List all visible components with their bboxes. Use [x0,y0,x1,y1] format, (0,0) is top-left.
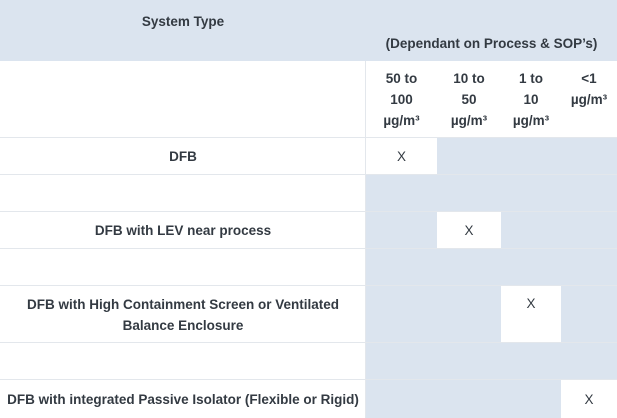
band-header-lt1: <1 µg/m³ [570,71,608,107]
row-label-dfb-high-containment: DFB with High Containment Screen or Vent… [26,296,340,333]
shaded-area [366,286,501,343]
system-type-heading: System Type [141,14,225,29]
shaded-area [366,343,617,380]
shaded-area [366,249,617,286]
shaded-area [366,212,437,249]
shaded-area [437,137,617,175]
mark-x: X [526,296,536,311]
mark-x: X [396,149,406,164]
dependant-heading: (Dependant on Process & SOP’s) [385,36,598,51]
band-header-1-10: 1 to 10 µg/m³ [512,71,550,128]
header-band [0,0,617,61]
band-header-50-100: 50 to 100 µg/m³ [383,71,420,128]
row-label-dfb-passive-isolator: DFB with integrated Passive Isolator (Fl… [7,391,359,407]
shaded-area [561,286,617,343]
mark-x: X [584,391,594,407]
shaded-area [501,212,617,249]
row-label-dfb-lev: DFB with LEV near process [94,223,272,238]
mark-x: X [464,223,474,238]
shaded-area [366,380,561,418]
band-header-10-50: 10 to 50 µg/m³ [450,71,488,128]
shaded-area [366,175,617,212]
row-label-dfb: DFB [169,149,197,164]
